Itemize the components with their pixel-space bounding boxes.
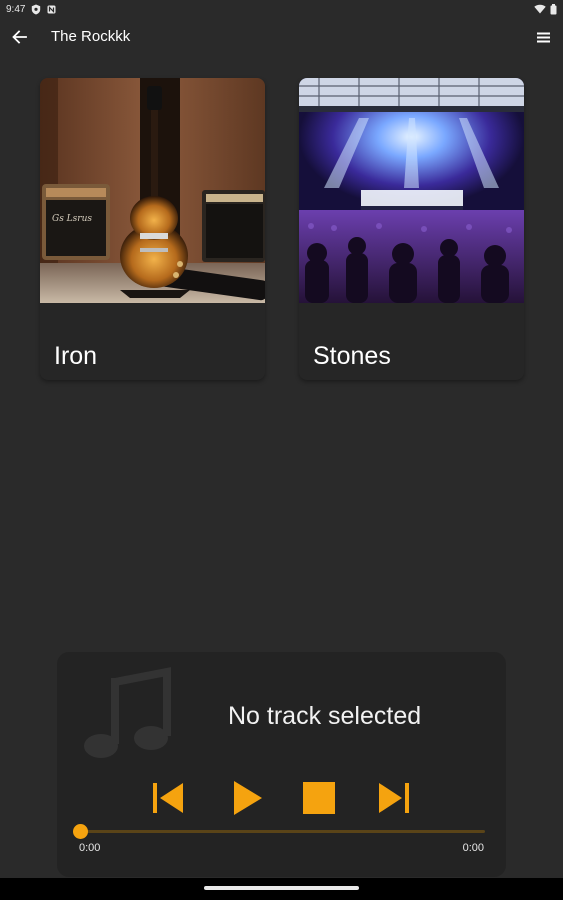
home-gesture-handle[interactable] bbox=[204, 886, 359, 890]
arrow-left-icon[interactable] bbox=[10, 27, 30, 47]
skip-next-icon[interactable] bbox=[373, 778, 413, 818]
track-title: No track selected bbox=[228, 702, 422, 730]
status-time: 9:47 bbox=[6, 3, 26, 15]
elapsed-time: 0:00 bbox=[79, 842, 101, 854]
concert-crowd-stage-image bbox=[299, 78, 524, 303]
status-bar: 9:47 bbox=[0, 0, 563, 18]
guitar-with-amplifiers-image: Gs Lsrus bbox=[40, 78, 265, 303]
music-player: No track selected 0:00 0:00 bbox=[57, 652, 506, 877]
wifi-icon bbox=[534, 4, 546, 14]
album-card-stones[interactable]: Stones bbox=[299, 78, 524, 380]
album-title: Stones bbox=[313, 342, 391, 370]
svg-text:Gs Lsrus: Gs Lsrus bbox=[52, 214, 92, 224]
album-card-iron[interactable]: Gs Lsrus Iron bbox=[40, 78, 265, 380]
music-note-icon bbox=[84, 667, 171, 758]
stop-icon[interactable] bbox=[299, 778, 339, 818]
shield-icon bbox=[32, 4, 41, 14]
total-time: 0:00 bbox=[462, 842, 484, 854]
status-right bbox=[534, 3, 557, 15]
skip-previous-icon[interactable] bbox=[149, 778, 189, 818]
seek-thumb[interactable] bbox=[73, 824, 88, 839]
hamburger-menu-icon[interactable] bbox=[535, 27, 553, 47]
album-title: Iron bbox=[54, 342, 98, 370]
app-title: The Rockkk bbox=[51, 28, 131, 45]
battery-icon bbox=[550, 3, 557, 14]
system-nav-bar bbox=[0, 878, 563, 900]
status-left: 9:47 bbox=[6, 4, 56, 15]
notification-icon bbox=[47, 5, 56, 13]
play-icon[interactable] bbox=[227, 778, 267, 818]
app-bar: The Rockkk bbox=[0, 18, 563, 56]
seek-bar[interactable] bbox=[81, 830, 485, 833]
